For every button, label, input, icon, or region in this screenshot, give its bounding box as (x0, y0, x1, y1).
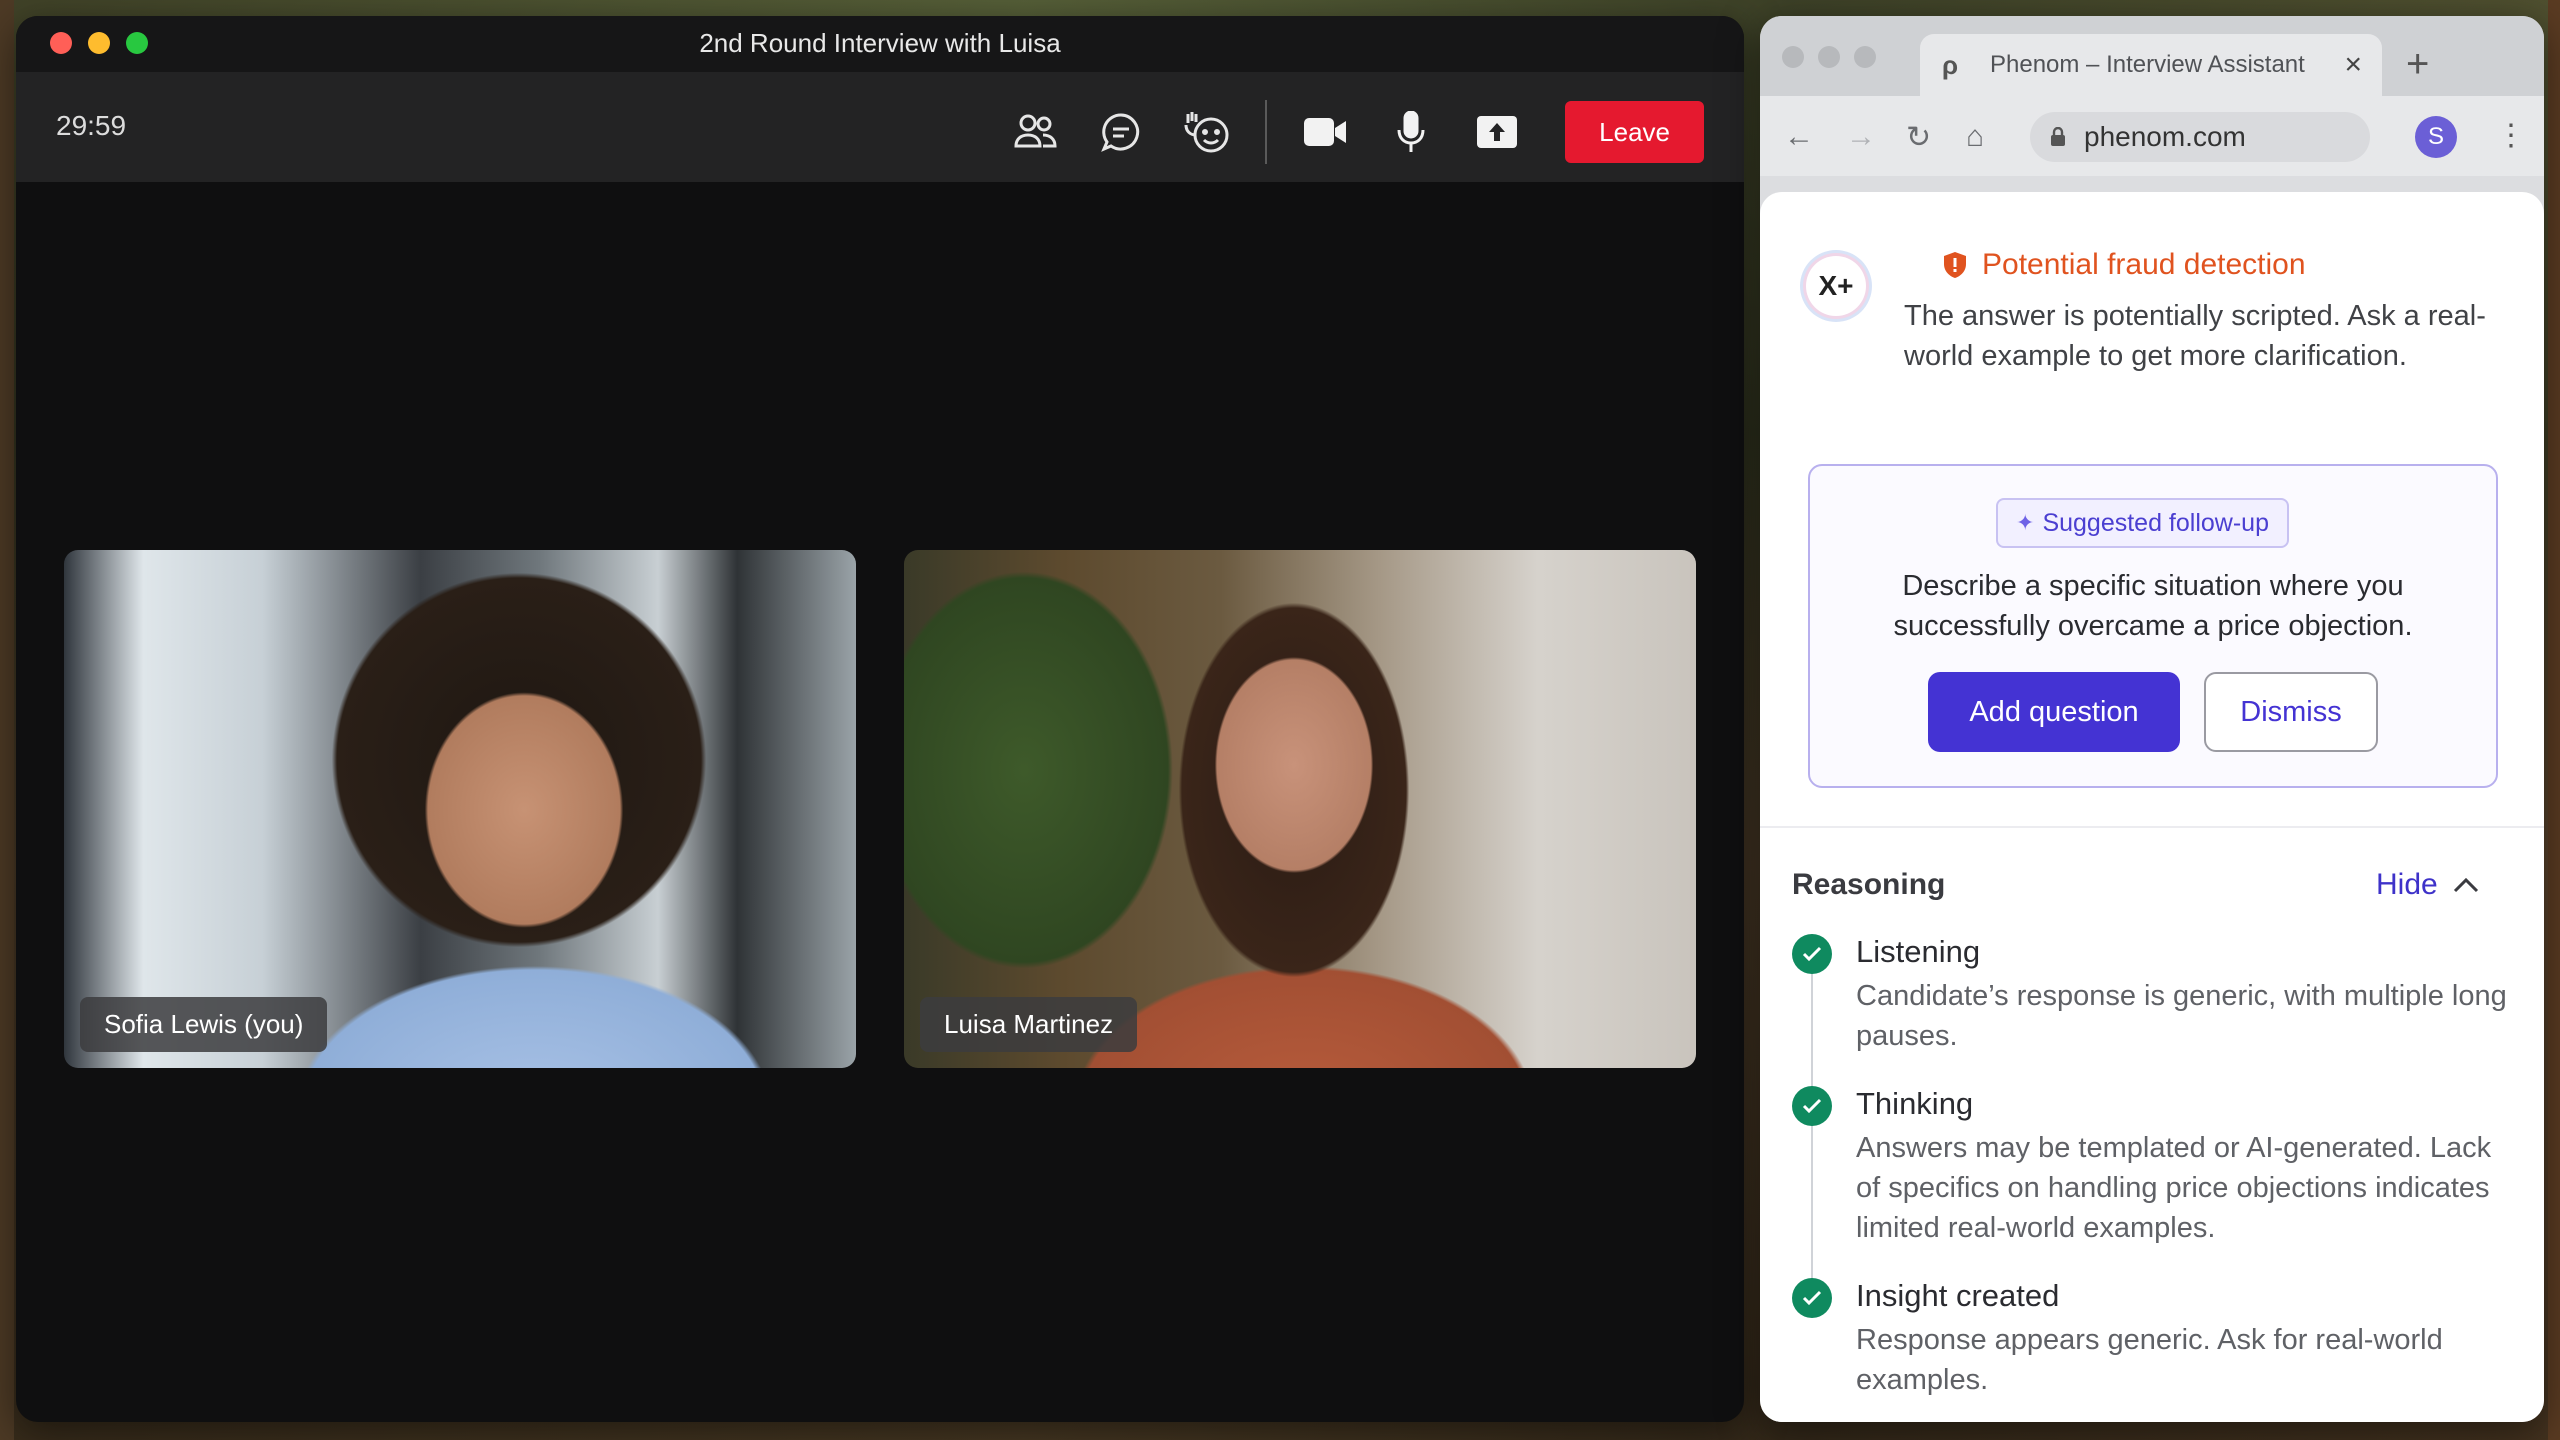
forward-icon[interactable]: → (1846, 120, 1876, 154)
add-question-button[interactable]: Add question (1928, 672, 2180, 752)
participants-icon[interactable] (1007, 104, 1063, 160)
interview-assistant-panel: X+ Potential fraud detection The answer … (1760, 192, 2544, 1422)
profile-avatar[interactable]: S (2415, 116, 2457, 158)
back-icon[interactable]: ← (1784, 120, 1814, 154)
background-tree (0, 0, 14, 1440)
alert-description: The answer is potentially scripted. Ask … (1904, 300, 2486, 372)
dismiss-button[interactable]: Dismiss (2204, 672, 2378, 752)
leave-button[interactable]: Leave (1565, 101, 1704, 163)
reasoning-step-listening: Listening Candidate’s response is generi… (1792, 934, 2512, 1054)
reactions-icon[interactable] (1179, 104, 1235, 160)
browser-tab[interactable]: ρ Phenom – Interview Assistant × (1920, 34, 2382, 96)
hide-label: Hide (2376, 868, 2438, 901)
hide-reasoning-toggle[interactable]: Hide (2376, 868, 2480, 902)
meeting-titlebar: 2nd Round Interview with Luisa (16, 16, 1744, 72)
reasoning-step-insight: Insight created Response appears generic… (1792, 1278, 2512, 1398)
reasoning-heading: Reasoning (1792, 868, 1946, 901)
step-description: Answers may be templated or AI-generated… (1856, 1132, 2492, 1244)
participant-name-tag: Sofia Lewis (you) (80, 997, 328, 1052)
shield-alert-icon (1944, 252, 1966, 278)
check-icon (1792, 934, 1832, 974)
alert-header: Potential fraud detection (1854, 248, 2306, 282)
tab-title: Phenom – Interview Assistant (1990, 51, 2305, 78)
zoom-window-button[interactable] (1854, 46, 1876, 68)
check-icon (1792, 1086, 1832, 1126)
meeting-toolbar: 29:59 Leave (16, 72, 1744, 182)
browser-menu-icon[interactable]: ⋮ (2496, 118, 2526, 153)
new-tab-icon[interactable]: + (2406, 44, 2429, 84)
url-text: phenom.com (2084, 121, 2246, 152)
camera-icon[interactable] (1297, 104, 1353, 160)
step-title: Thinking (1856, 1086, 1974, 1121)
participant-name-tag: Luisa Martinez (920, 997, 1138, 1052)
video-tile-self[interactable]: Sofia Lewis (you) (64, 550, 856, 1068)
meeting-window: 2nd Round Interview with Luisa 29:59 Lea… (16, 16, 1744, 1422)
suggested-followup-card: ✦ Suggested follow-up Describe a specifi… (1808, 464, 2498, 788)
close-window-button[interactable] (1782, 46, 1804, 68)
check-icon (1792, 1278, 1832, 1318)
step-description: Candidate’s response is generic, with mu… (1856, 980, 2507, 1052)
chat-icon[interactable] (1093, 104, 1149, 160)
reasoning-step-thinking: Thinking Answers may be templated or AI-… (1792, 1086, 2512, 1246)
sparkle-icon: ✦ (2016, 510, 2035, 535)
browser-navbar: ← → ↻ ⌂ phenom.com S ⋮ (1760, 96, 2544, 176)
section-divider (1760, 826, 2544, 828)
browser-window: ρ Phenom – Interview Assistant × + ← → ↻… (1760, 16, 2544, 1422)
phenom-favicon-icon: ρ (1942, 49, 1959, 80)
step-title: Insight created (1856, 1278, 2060, 1313)
share-screen-icon[interactable] (1469, 104, 1525, 160)
suggested-question-text: Describe a specific situation where you … (1893, 570, 2413, 642)
lock-icon (2051, 127, 2065, 146)
browser-window-controls (1782, 46, 1876, 68)
meeting-timer: 29:59 (56, 110, 127, 141)
browser-tabbar: ρ Phenom – Interview Assistant × + (1760, 16, 2544, 96)
chevron-up-icon (2453, 877, 2478, 893)
close-tab-icon[interactable]: × (2344, 48, 2362, 82)
home-icon[interactable]: ⌂ (1966, 120, 1984, 154)
reload-icon[interactable]: ↻ (1906, 120, 1931, 155)
background-tree (2548, 0, 2560, 1440)
address-bar[interactable]: phenom.com (2030, 112, 2370, 162)
step-title: Listening (1856, 934, 1981, 969)
video-tile-candidate[interactable]: Luisa Martinez (904, 550, 1696, 1068)
toolbar-divider (1265, 100, 1268, 164)
minimize-window-button[interactable] (1818, 46, 1840, 68)
step-description: Response appears generic. Ask for real-w… (1856, 1324, 2443, 1396)
alert-title: Potential fraud detection (1982, 248, 2306, 281)
suggested-followup-label: Suggested follow-up (2042, 508, 2269, 537)
microphone-icon[interactable] (1383, 104, 1439, 160)
meeting-controls: Leave (977, 100, 1704, 164)
meeting-title: 2nd Round Interview with Luisa (699, 28, 1061, 58)
suggested-followup-badge: ✦ Suggested follow-up (1996, 498, 2289, 548)
